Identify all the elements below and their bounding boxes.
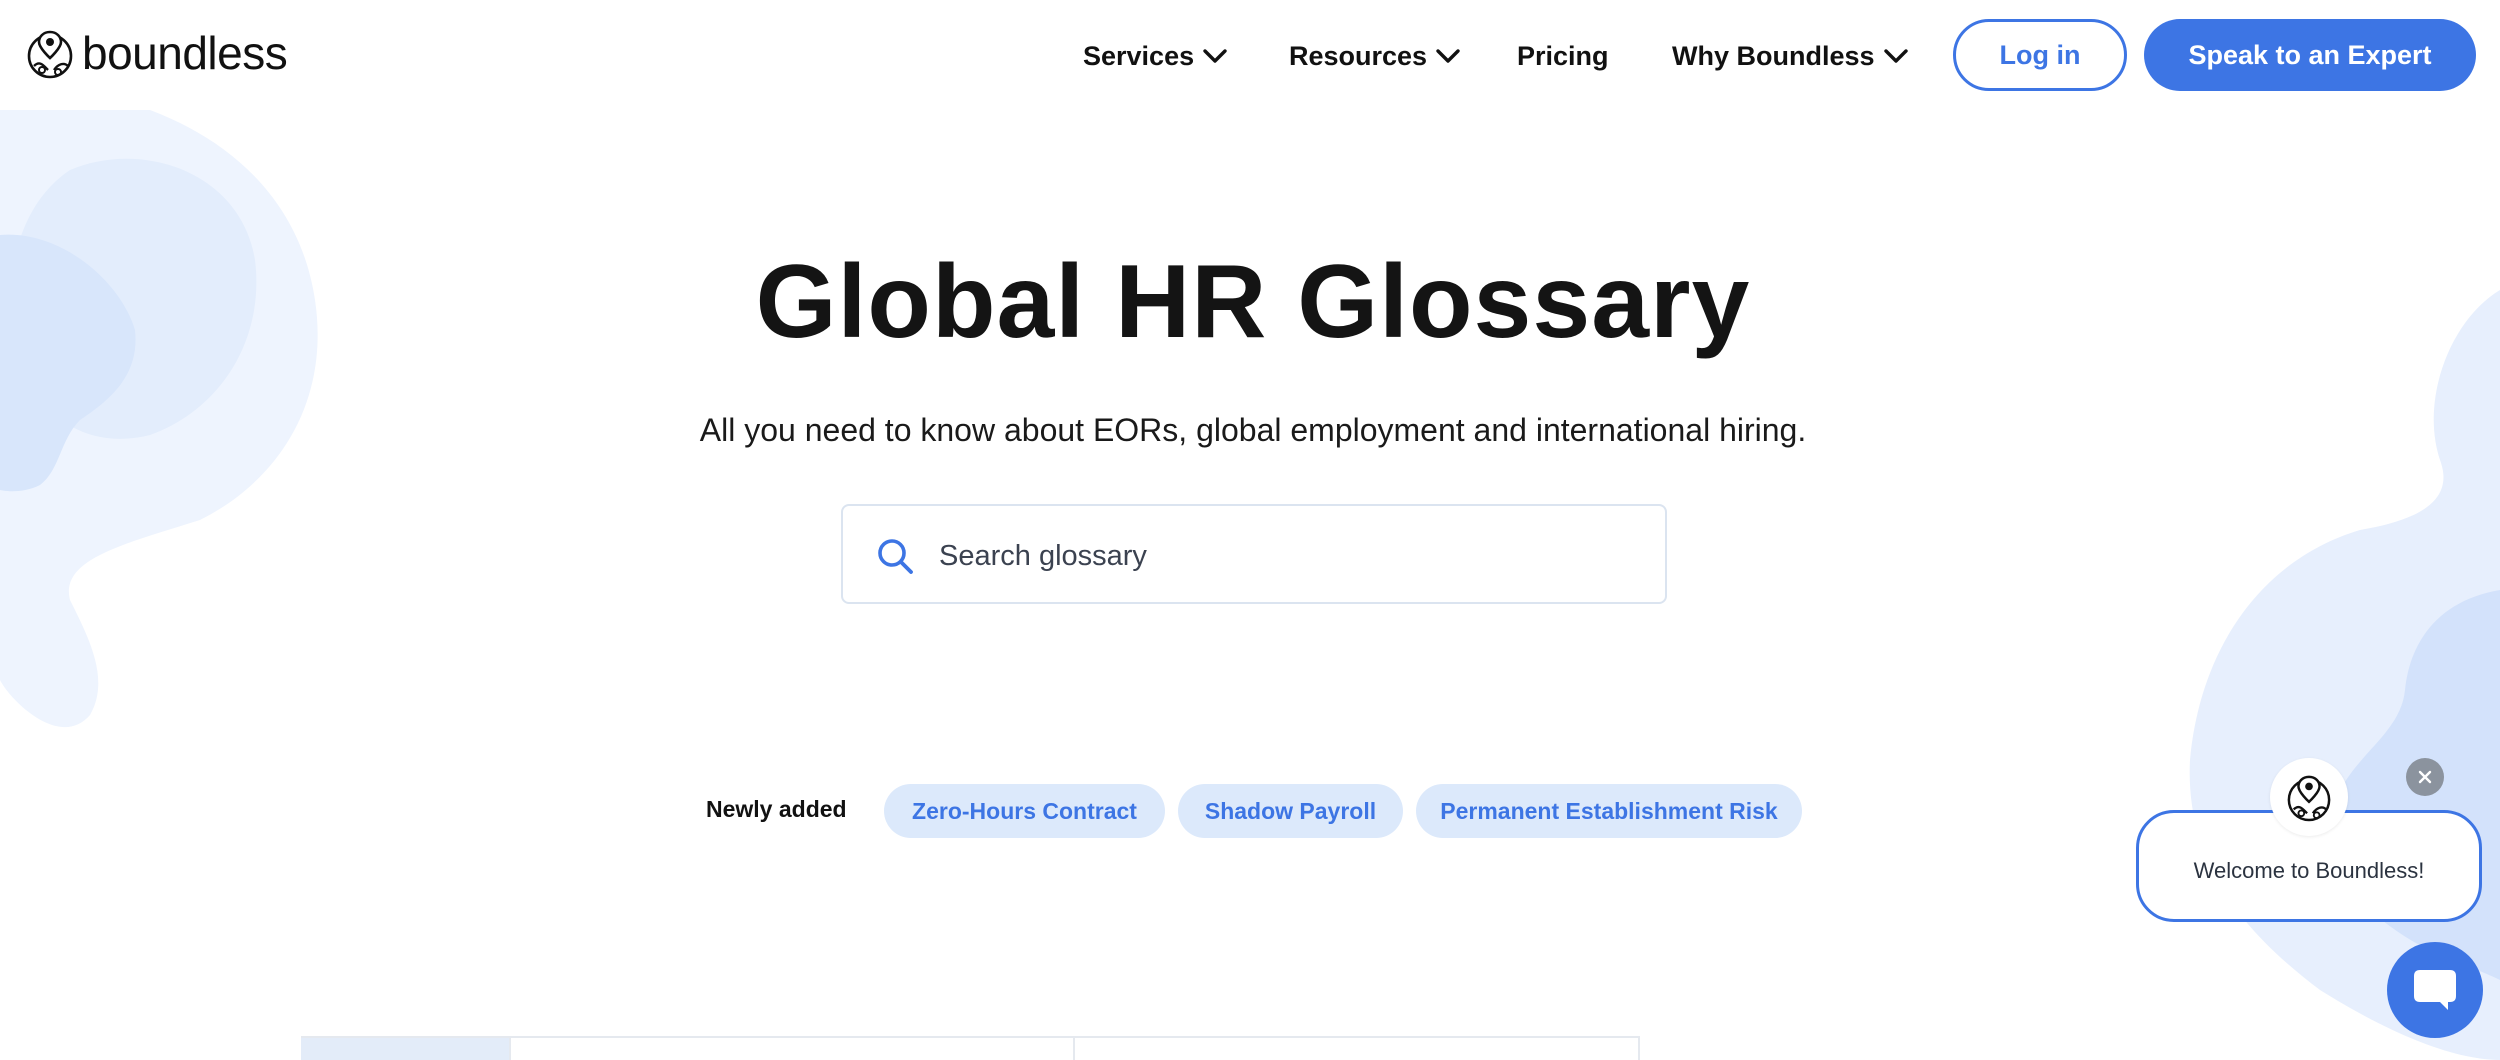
nav-services-label: Services xyxy=(1083,40,1195,71)
logo[interactable]: boundless xyxy=(26,26,288,80)
tab-divider xyxy=(1073,1038,1075,1060)
search-icon xyxy=(878,539,913,574)
nav-pricing-label: Pricing xyxy=(1517,40,1609,71)
site-header: boundless Services Resources Pricing Why… xyxy=(0,0,2500,110)
page-title: Global HR Glossary xyxy=(755,244,1751,360)
nav-resources-label: Resources xyxy=(1289,40,1428,71)
chevron-down-icon xyxy=(1436,49,1460,63)
chat-avatar xyxy=(2270,758,2348,836)
newly-added-label: Newly added xyxy=(706,796,847,822)
login-button[interactable]: Log in xyxy=(1953,19,2127,91)
tab-divider xyxy=(509,1038,511,1060)
page-subtitle: All you need to know about EORs, global … xyxy=(699,412,1807,448)
page: boundless Services Resources Pricing Why… xyxy=(0,0,2500,1060)
chat-icon xyxy=(2414,970,2456,1010)
chip-shadow-payroll[interactable]: Shadow Payroll xyxy=(1178,784,1403,838)
glossary-search[interactable] xyxy=(841,504,1667,604)
chat-launcher-button[interactable] xyxy=(2387,942,2483,1038)
globe-logo-icon xyxy=(27,30,73,79)
logo-text: boundless xyxy=(82,27,288,79)
chat-welcome-text: Welcome to Boundless! xyxy=(2193,858,2425,883)
nav-services[interactable]: Services xyxy=(1083,36,1228,76)
chat-close-button[interactable] xyxy=(2406,758,2444,796)
globe-logo-icon xyxy=(2287,775,2331,822)
speak-to-expert-button[interactable]: Speak to an Expert xyxy=(2144,19,2476,91)
tab-divider xyxy=(1638,1038,1640,1060)
nav-pricing[interactable]: Pricing xyxy=(1517,36,1609,76)
chevron-down-icon xyxy=(1203,49,1227,63)
close-icon xyxy=(2418,770,2432,784)
chevron-down-icon xyxy=(1883,49,1908,63)
chip-zero-hours-contract[interactable]: Zero-Hours Contract xyxy=(884,784,1165,838)
nav-resources[interactable]: Resources xyxy=(1289,36,1461,76)
nav-why-boundless-label: Why Boundless xyxy=(1672,40,1875,71)
nav-why-boundless[interactable]: Why Boundless xyxy=(1672,36,1909,76)
glossary-tabs xyxy=(301,1036,1640,1060)
chip-permanent-establishment-risk[interactable]: Permanent Establishment Risk xyxy=(1416,784,1802,838)
tab-active[interactable] xyxy=(301,1038,509,1060)
search-input[interactable] xyxy=(939,526,1639,586)
